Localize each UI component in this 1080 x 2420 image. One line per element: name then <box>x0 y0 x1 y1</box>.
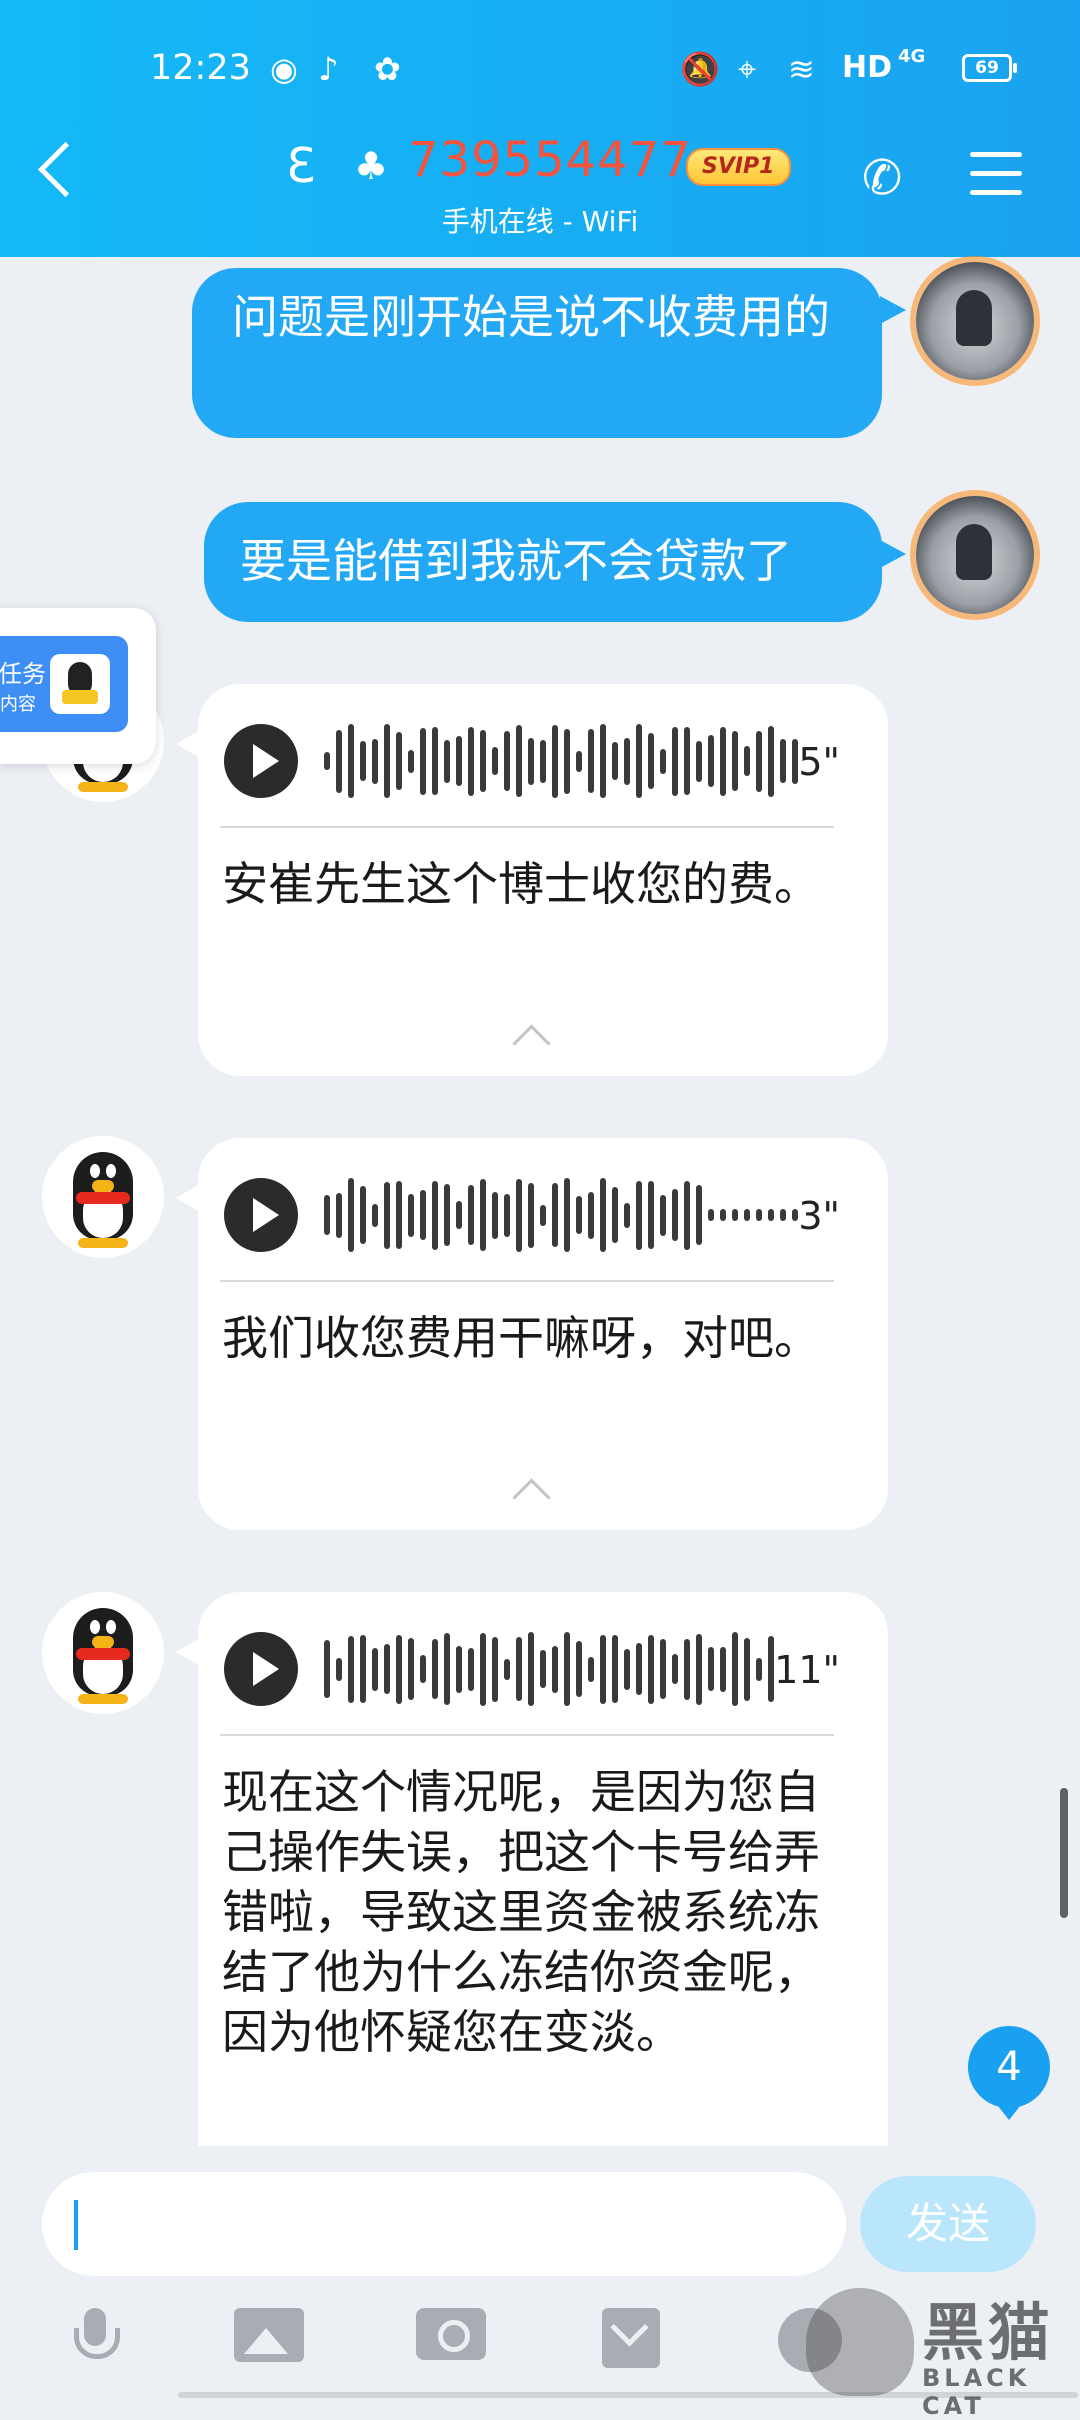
network-type-label: 4G <box>898 46 926 67</box>
composer: 发送 <box>0 2146 1080 2400</box>
phone-call-icon[interactable]: ✆ <box>862 150 902 206</box>
qq-avatar[interactable] <box>42 1592 164 1714</box>
red-packet-icon[interactable] <box>602 2308 660 2368</box>
voice-waveform <box>324 1176 798 1254</box>
divider <box>220 826 834 828</box>
play-icon[interactable] <box>224 1632 298 1706</box>
location-icon: ⌖ <box>738 50 757 88</box>
status-bar: 12:23 ◉ ♪ ✿ 🔕 ⌖ ≋ HD 4G 69 <box>0 40 1080 100</box>
message-text: 问题是刚开始是说不收费用的 <box>232 290 830 344</box>
collapse-icon[interactable] <box>512 1478 551 1517</box>
widget-label: 任务 <box>0 660 46 688</box>
voice-waveform <box>324 1630 774 1708</box>
camera-icon[interactable] <box>416 2308 486 2360</box>
microphone-icon[interactable] <box>64 2308 124 2368</box>
voice-message[interactable]: 11" 现在这个情况呢，是因为您自己操作失误，把这个卡号给弄错啦，导致这里资金被… <box>176 1592 888 2152</box>
qq-avatar[interactable] <box>42 1136 164 1258</box>
voice-message[interactable]: 3" 我们收您费用干嘛呀，对吧。 <box>176 1138 888 1530</box>
gallery-icon: ✿ <box>374 50 401 88</box>
unread-count-badge[interactable]: 4 <box>968 2026 1050 2120</box>
message-text: 要是能借到我就不会贷款了 <box>240 534 792 588</box>
voice-transcript: 我们收您费用干嘛呀，对吧。 <box>222 1311 820 1365</box>
floating-task-widget[interactable]: 任务 内容 <box>0 608 156 764</box>
voice-duration: 11" <box>774 1648 840 1692</box>
my-avatar[interactable] <box>916 496 1034 614</box>
voice-message[interactable]: 5" 安崔先生这个博士收您的费。 <box>176 684 888 1076</box>
text-caret <box>74 2200 78 2250</box>
bubble-tail <box>880 540 906 568</box>
back-button[interactable] <box>37 141 94 198</box>
menu-icon[interactable] <box>970 152 1022 209</box>
voice-transcript: 现在这个情况呢，是因为您自己操作失误，把这个卡号给弄错啦，导致这里资金被系统冻结… <box>222 1765 820 2059</box>
online-status: 手机在线 - WiFi <box>441 205 639 238</box>
contact-id[interactable]: 739554477 <box>408 132 692 188</box>
divider <box>220 1734 834 1736</box>
tiktok-icon: ♪ <box>318 50 339 88</box>
wechat-icon: ◉ <box>270 50 298 88</box>
network-hd-label: HD <box>842 50 893 85</box>
battery-indicator: 69 <box>962 54 1017 82</box>
outgoing-message[interactable]: 问题是刚开始是说不收费用的 <box>192 268 882 438</box>
voice-duration: 3" <box>798 1194 840 1238</box>
send-button[interactable]: 发送 <box>860 2176 1036 2272</box>
collapse-icon[interactable] <box>512 1024 551 1063</box>
watermark-cn: 黑猫 <box>922 2296 1055 2369</box>
sprout-icon: ♣ <box>354 144 389 188</box>
widget-sublabel: 内容 <box>0 694 36 715</box>
qq-penguin-icon <box>50 654 110 714</box>
outgoing-message[interactable]: 要是能借到我就不会贷款了 <box>204 502 882 622</box>
ear-mode-icon[interactable]: ℇ <box>286 138 315 194</box>
play-icon[interactable] <box>224 1178 298 1252</box>
my-avatar[interactable] <box>916 262 1034 380</box>
voice-waveform <box>324 722 798 800</box>
bubble-tail <box>880 296 906 324</box>
play-icon[interactable] <box>224 724 298 798</box>
title-bar: 12:23 ◉ ♪ ✿ 🔕 ⌖ ≋ HD 4G 69 ℇ ♣ 739554477… <box>0 0 1080 257</box>
wifi-icon: ≋ <box>788 50 815 88</box>
divider <box>220 1280 834 1282</box>
message-input[interactable] <box>42 2172 846 2276</box>
watermark-en: BLACK CAT <box>922 2364 1031 2420</box>
voice-duration: 5" <box>798 740 840 784</box>
image-icon[interactable] <box>234 2308 304 2362</box>
status-time: 12:23 <box>150 48 251 88</box>
scrollbar[interactable] <box>1060 1788 1068 1918</box>
vip-badge: SVIP1 <box>686 148 791 186</box>
black-cat-logo-icon <box>806 2288 914 2396</box>
voice-transcript: 安崔先生这个博士收您的费。 <box>222 857 820 911</box>
mute-icon: 🔕 <box>680 50 720 88</box>
